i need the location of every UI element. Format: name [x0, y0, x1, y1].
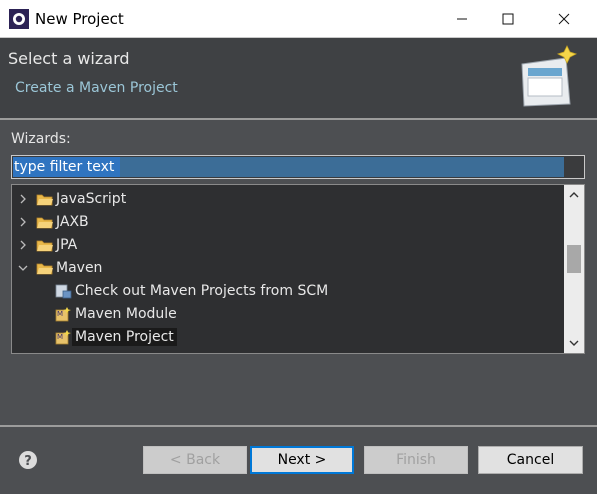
scroll-up-button[interactable] — [564, 185, 584, 205]
wizards-label: Wizards: — [11, 131, 71, 147]
finish-button[interactable]: Finish — [364, 446, 468, 474]
svg-text:M: M — [57, 310, 63, 318]
tree-item-javascript[interactable]: JavaScript — [12, 187, 564, 210]
minimize-button[interactable] — [439, 0, 485, 38]
maven-project-icon: M — [55, 329, 71, 344]
tree-item-jpa[interactable]: JPA — [12, 233, 564, 256]
scroll-thumb[interactable] — [567, 245, 581, 273]
wizard-header: Select a wizard Create a Maven Project — [0, 38, 597, 118]
page-heading: Select a wizard — [8, 49, 130, 68]
tree-item-label: JavaScript — [56, 190, 127, 207]
next-button[interactable]: Next > — [250, 446, 354, 474]
tree-item-maven-module[interactable]: M Maven Module — [12, 302, 564, 325]
chevron-down-icon[interactable] — [18, 263, 28, 273]
eclipse-app-icon — [9, 9, 29, 29]
maven-module-icon: M — [55, 306, 71, 321]
page-description: Create a Maven Project — [15, 80, 178, 96]
chevron-right-icon[interactable] — [18, 194, 28, 204]
maximize-icon — [502, 13, 514, 25]
tree-scrollbar[interactable] — [564, 185, 584, 353]
cancel-button[interactable]: Cancel — [478, 446, 583, 474]
chevron-down-icon — [569, 340, 579, 346]
tree-item-label: JPA — [56, 236, 78, 253]
tree-item-label: Maven Project — [72, 327, 177, 346]
svg-text:M: M — [57, 333, 63, 341]
title-bar: New Project — [0, 0, 597, 38]
tree-item-label: Maven — [56, 259, 103, 276]
back-button[interactable]: < Back — [143, 446, 247, 474]
window-title: New Project — [35, 10, 124, 28]
tree-item-label: Check out Maven Projects from SCM — [75, 282, 329, 299]
tree-item-jaxb[interactable]: JAXB — [12, 210, 564, 233]
tree-item-checkout-maven-scm[interactable]: Check out Maven Projects from SCM — [12, 279, 564, 302]
chevron-right-icon[interactable] — [18, 217, 28, 227]
svg-text:?: ? — [24, 454, 32, 469]
close-icon — [558, 13, 570, 25]
maximize-button[interactable] — [485, 0, 531, 38]
scm-checkout-icon — [55, 284, 72, 298]
help-icon[interactable]: ? — [18, 450, 38, 470]
tree-item-label: JAXB — [56, 213, 89, 230]
filter-input[interactable] — [12, 156, 584, 178]
wizard-banner-icon — [521, 45, 578, 107]
minimize-icon — [457, 18, 467, 20]
folder-icon — [36, 217, 53, 228]
folder-icon — [36, 194, 53, 205]
close-button[interactable] — [541, 0, 587, 38]
scroll-down-button[interactable] — [564, 333, 584, 353]
wizard-tree[interactable]: JavaScript JAXB JPA Maven Check out Mave… — [11, 184, 585, 354]
folder-open-icon — [36, 263, 53, 274]
filter-field[interactable] — [11, 155, 585, 179]
tree-item-maven-project[interactable]: M Maven Project — [12, 325, 564, 348]
tree-item-maven[interactable]: Maven — [12, 256, 564, 279]
chevron-right-icon[interactable] — [18, 240, 28, 250]
chevron-up-icon — [569, 192, 579, 198]
folder-icon — [36, 240, 53, 251]
tree-item-label: Maven Module — [75, 305, 177, 322]
footer-divider — [0, 425, 597, 427]
header-divider — [0, 118, 597, 120]
